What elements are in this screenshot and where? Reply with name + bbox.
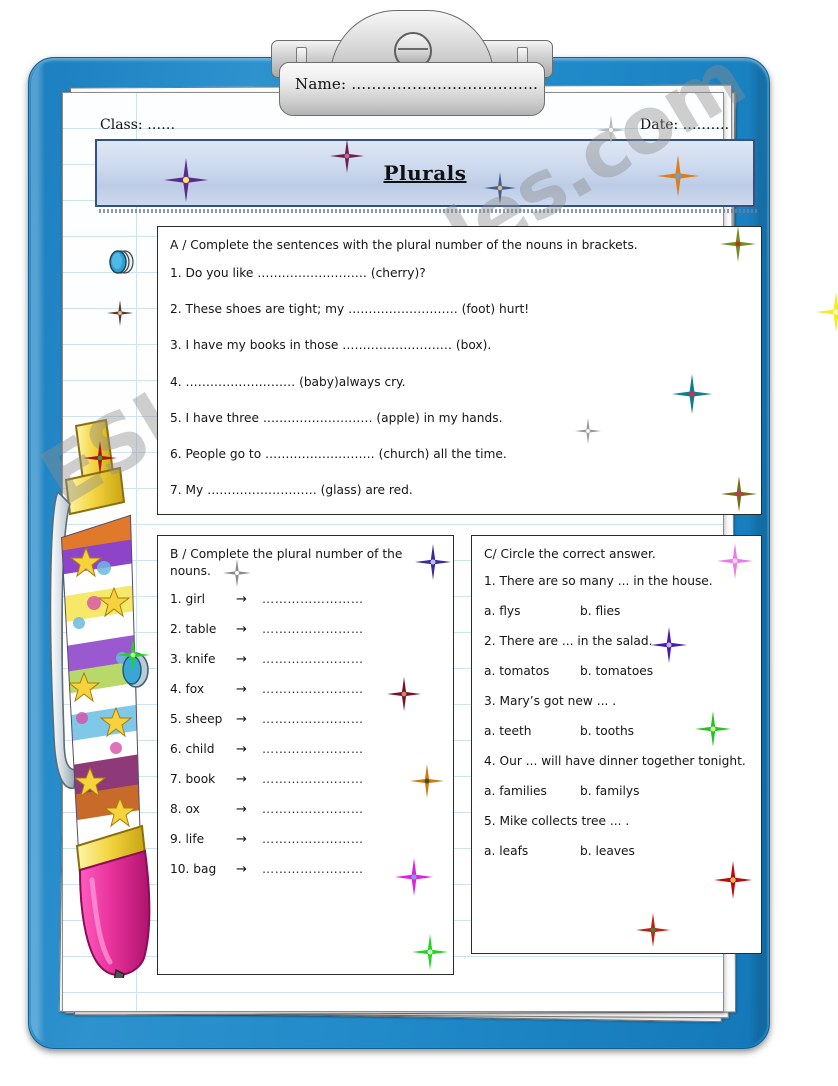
exercise-b-heading: B / Complete the plural number of the no… [170, 547, 403, 579]
exercise-b-noun: 10. bag [170, 861, 217, 876]
title-banner-shadow [99, 209, 759, 213]
arrow-icon: → [236, 711, 247, 727]
sparkle-icon [816, 292, 838, 332]
exercise-c-question: 5. Mike collects tree ... . [484, 814, 630, 829]
title-banner: Plurals [95, 139, 755, 207]
arrow-icon: → [236, 651, 247, 667]
exercise-a-item: 1. Do you like ……………………… (cherry)? [170, 266, 426, 281]
exercise-c-option-a[interactable]: a. leafs [484, 844, 580, 858]
exercise-b-row: 9. life → …………………… [170, 832, 441, 847]
exercise-c-option-a[interactable]: a. tomatos [484, 664, 580, 678]
exercise-b-row: 5. sheep → …………………… [170, 712, 441, 727]
exercise-b-row: 6. child → …………………… [170, 742, 441, 757]
arrow-icon: → [236, 831, 247, 847]
exercise-b-answer-blank[interactable]: …………………… [262, 712, 364, 726]
exercise-b-answer-blank[interactable]: …………………… [262, 682, 364, 696]
exercise-a-item: 2. These shoes are tight; my ……………………… (… [170, 302, 530, 317]
exercise-a-box: A / Complete the sentences with the plur… [157, 226, 762, 515]
class-field-label: Class: …… [100, 117, 176, 133]
exercise-a-item: 7. My ……………………… (glass) are red. [170, 482, 413, 497]
exercise-b-answer-blank[interactable]: …………………… [262, 862, 364, 876]
exercise-b-noun: 2. table [170, 621, 217, 636]
exercise-a-heading: A / Complete the sentences with the plur… [170, 238, 638, 252]
exercise-c-heading: C/ Circle the correct answer. [484, 547, 656, 561]
exercise-c-option-b[interactable]: b. tooths [580, 724, 634, 738]
exercise-c-question: 4. Our ... will have dinner together ton… [484, 754, 746, 769]
exercise-b-noun: 5. sheep [170, 711, 223, 726]
exercise-c-option-a[interactable]: a. teeth [484, 724, 580, 738]
exercise-c-options: a. tomatos b. tomatoes [484, 664, 749, 678]
exercise-b-noun: 7. book [170, 771, 216, 786]
exercise-b-noun: 9. life [170, 831, 205, 846]
exercise-b-answer-blank[interactable]: …………………… [262, 772, 364, 786]
exercise-b-row: 3. knife → …………………… [170, 652, 441, 667]
exercise-b-noun: 3. knife [170, 651, 216, 666]
exercise-b-answer-blank[interactable]: …………………… [262, 622, 364, 636]
exercise-b-noun: 1. girl [170, 591, 206, 606]
date-field-label: Date: ………. [640, 117, 730, 133]
exercise-c-option-a[interactable]: a. families [484, 784, 580, 798]
arrow-icon: → [236, 861, 247, 877]
exercise-c-options: a. teeth b. tooths [484, 724, 749, 738]
arrow-icon: → [236, 681, 247, 697]
exercise-c-question: 1. There are so many ... in the house. [484, 574, 713, 589]
exercise-c-option-b[interactable]: b. flies [580, 604, 620, 618]
exercise-b-answer-blank[interactable]: …………………… [262, 592, 364, 606]
exercise-c-options: a. leafs b. leaves [484, 844, 749, 858]
exercise-b-row: 10. bag → …………………… [170, 862, 441, 877]
arrow-icon: → [236, 801, 247, 817]
exercise-b-answer-blank[interactable]: …………………… [262, 832, 364, 846]
worksheet-page: Name: ……………....……………… Class: …… Date: ……… [0, 0, 838, 1086]
exercise-c-question: 3. Mary’s got new ... . [484, 694, 617, 709]
exercise-b-row: 4. fox → …………………… [170, 682, 441, 697]
exercise-a-item: 6. People go to ……………………… (church) all t… [170, 446, 507, 461]
exercise-c-option-b[interactable]: b. familys [580, 784, 639, 798]
exercise-b-row: 1. girl → …………………… [170, 592, 441, 607]
exercise-c-option-a[interactable]: a. flys [484, 604, 580, 618]
exercise-c-options: a. families b. familys [484, 784, 749, 798]
exercise-b-noun: 6. child [170, 741, 215, 756]
exercise-c-option-b[interactable]: b. tomatoes [580, 664, 653, 678]
exercise-b-row: 7. book → …………………… [170, 772, 441, 787]
arrow-icon: → [236, 771, 247, 787]
exercise-c-question: 2. There are ... in the salad. [484, 634, 653, 649]
clipboard-clip: Name: ……………....……………… [253, 2, 568, 120]
exercise-b-row: 8. ox → …………………… [170, 802, 441, 817]
arrow-icon: → [236, 741, 247, 757]
exercise-b-noun: 4. fox [170, 681, 205, 696]
arrow-icon: → [236, 591, 247, 607]
ring-doodle-icon [109, 250, 134, 274]
exercise-b-noun: 8. ox [170, 801, 200, 816]
arrow-icon: → [236, 621, 247, 637]
decorative-pen-icon [49, 418, 151, 978]
exercise-a-item: 5. I have three ……………………… (apple) in my … [170, 410, 503, 425]
exercise-b-answer-blank[interactable]: …………………… [262, 742, 364, 756]
name-field-label: Name: ……………....……………… [295, 75, 539, 93]
exercise-b-box: B / Complete the plural number of the no… [157, 535, 454, 975]
exercise-a-item: 4. ……………………… (baby)always cry. [170, 374, 406, 389]
exercise-b-answer-blank[interactable]: …………………… [262, 802, 364, 816]
exercise-c-box: C/ Circle the correct answer. 1. There a… [471, 535, 762, 954]
exercise-b-row: 2. table → …………………… [170, 622, 441, 637]
exercise-c-option-b[interactable]: b. leaves [580, 844, 635, 858]
exercise-a-item: 3. I have my books in those ……………………… (b… [170, 338, 492, 353]
exercise-b-answer-blank[interactable]: …………………… [262, 652, 364, 666]
exercise-c-options: a. flys b. flies [484, 604, 749, 618]
page-title: Plurals [383, 161, 467, 185]
